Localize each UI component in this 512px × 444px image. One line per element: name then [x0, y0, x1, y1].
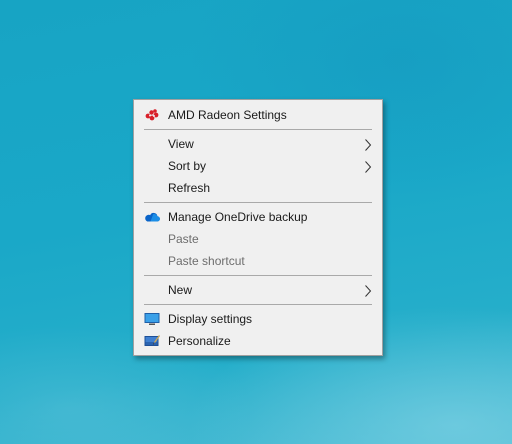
menu-item-amd-radeon-settings[interactable]: AMD Radeon Settings	[134, 104, 382, 126]
chevron-right-icon	[364, 283, 372, 297]
menu-separator	[144, 129, 372, 130]
menu-separator	[144, 275, 372, 276]
menu-item-label: Paste shortcut	[168, 254, 245, 268]
menu-item-refresh[interactable]: Refresh	[134, 177, 382, 199]
menu-item-view[interactable]: View	[134, 133, 382, 155]
menu-item-label: Refresh	[168, 181, 211, 195]
menu-item-label: Sort by	[168, 159, 207, 173]
desktop-context-menu: AMD Radeon Settings View Sort by Refresh…	[133, 99, 383, 356]
menu-item-sort-by[interactable]: Sort by	[134, 155, 382, 177]
menu-item-label: Personalize	[168, 334, 231, 348]
menu-item-label: Display settings	[168, 312, 253, 326]
menu-separator	[144, 202, 372, 203]
chevron-right-icon	[364, 137, 372, 151]
menu-item-paste: Paste	[134, 228, 382, 250]
menu-item-new[interactable]: New	[134, 279, 382, 301]
amd-radeon-icon	[144, 107, 160, 123]
menu-item-personalize[interactable]: Personalize	[134, 330, 382, 352]
personalize-icon	[144, 333, 160, 349]
menu-item-label: New	[168, 283, 193, 297]
menu-separator	[144, 304, 372, 305]
display-monitor-icon	[144, 311, 160, 327]
menu-item-label: AMD Radeon Settings	[168, 108, 287, 122]
menu-item-paste-shortcut: Paste shortcut	[134, 250, 382, 272]
menu-item-label: View	[168, 137, 194, 151]
chevron-right-icon	[364, 159, 372, 173]
menu-item-manage-onedrive-backup[interactable]: Manage OneDrive backup	[134, 206, 382, 228]
menu-item-label: Paste	[168, 232, 199, 246]
onedrive-cloud-icon	[144, 209, 160, 225]
menu-item-display-settings[interactable]: Display settings	[134, 308, 382, 330]
menu-item-label: Manage OneDrive backup	[168, 210, 308, 224]
